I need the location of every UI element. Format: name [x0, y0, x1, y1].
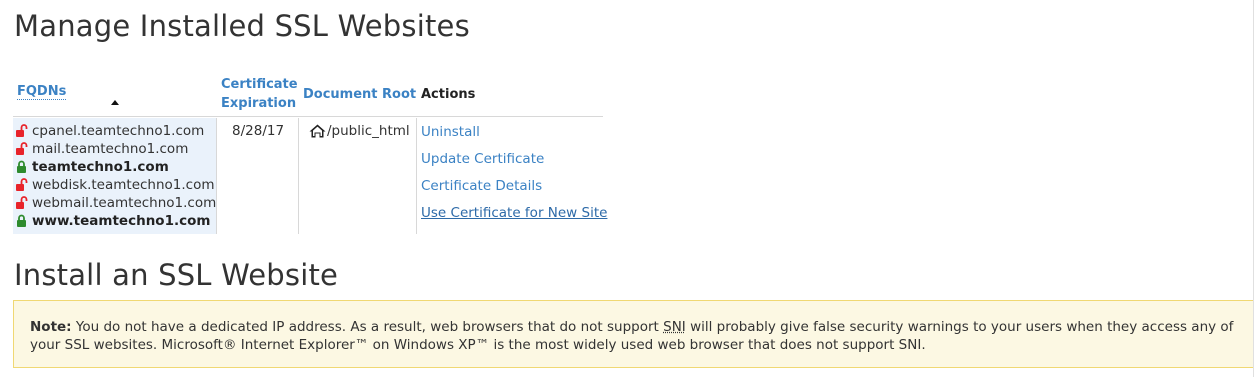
- unlocked-icon: [16, 142, 28, 155]
- document-root-path: /public_html: [327, 123, 410, 139]
- uninstall-link[interactable]: Uninstall: [421, 124, 480, 140]
- fqdn-item: webmail.teamtechno1.com: [15, 194, 216, 212]
- note-text-part1: You do not have a dedicated IP address. …: [71, 319, 664, 335]
- use-certificate-new-site-link[interactable]: Use Certificate for New Site: [421, 205, 607, 221]
- fqdn-item: mail.teamtechno1.com: [15, 140, 188, 158]
- fqdn-name: mail.teamtechno1.com: [32, 141, 189, 157]
- page-title: Manage Installed SSL Websites: [14, 9, 470, 43]
- ssl-websites-table: FQDNs Certificate Expiration Document Ro…: [13, 76, 607, 234]
- header-divider: [13, 116, 603, 117]
- certificate-details-link[interactable]: Certificate Details: [421, 178, 542, 194]
- header-actions: Actions: [421, 87, 476, 102]
- header-certificate-expiration-line1[interactable]: Certificate: [221, 77, 298, 92]
- update-certificate-link[interactable]: Update Certificate: [421, 151, 544, 167]
- fqdn-item: www.teamtechno1.com: [15, 212, 210, 230]
- unlocked-icon: [16, 124, 28, 137]
- column-divider: [298, 118, 299, 234]
- home-icon: [309, 124, 326, 138]
- column-divider: [416, 118, 417, 234]
- unlocked-icon: [16, 178, 28, 191]
- fqdn-name: webmail.teamtechno1.com: [32, 195, 217, 211]
- certificate-expiration-value: 8/28/17: [232, 123, 285, 139]
- fqdn-name: webdisk.teamtechno1.com: [32, 177, 215, 193]
- header-fqdns[interactable]: FQDNs: [17, 84, 67, 100]
- sort-ascending-icon[interactable]: [111, 100, 119, 105]
- locked-icon: [17, 160, 26, 173]
- sni-warning-note: Note: You do not have a dedicated IP add…: [13, 300, 1254, 368]
- note-text: Note: You do not have a dedicated IP add…: [30, 318, 1245, 354]
- locked-icon: [17, 214, 26, 227]
- document-root-value: /public_html: [309, 123, 410, 139]
- fqdn-cell: cpanel.teamtechno1.com mail.teamtechno1.…: [13, 118, 216, 234]
- fqdn-name: teamtechno1.com: [32, 159, 169, 175]
- fqdn-name: www.teamtechno1.com: [32, 213, 211, 229]
- fqdn-item: webdisk.teamtechno1.com: [15, 176, 215, 194]
- header-document-root[interactable]: Document Root: [303, 87, 416, 102]
- section-title: Install an SSL Website: [14, 258, 339, 292]
- note-label: Note:: [30, 319, 72, 335]
- fqdn-name: cpanel.teamtechno1.com: [32, 123, 205, 139]
- header-certificate-expiration-line2[interactable]: Expiration: [221, 96, 296, 111]
- sni-abbreviation: SNI: [663, 319, 686, 335]
- fqdn-item: cpanel.teamtechno1.com: [15, 122, 204, 140]
- unlocked-icon: [16, 196, 28, 209]
- fqdn-item: teamtechno1.com: [15, 158, 169, 176]
- column-divider: [216, 118, 217, 234]
